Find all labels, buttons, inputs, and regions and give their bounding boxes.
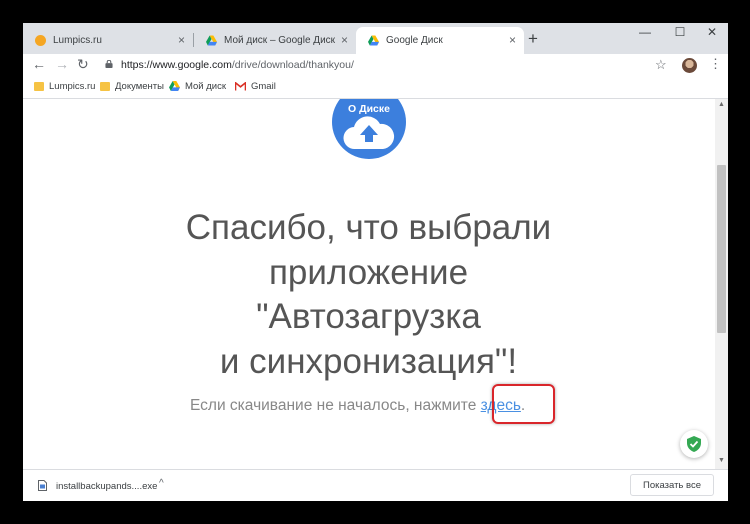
- scroll-down-arrow-icon[interactable]: ▼: [718, 457, 725, 464]
- tab-close-icon[interactable]: ×: [509, 33, 516, 47]
- profile-avatar[interactable]: [682, 58, 697, 73]
- badge-label: О Диске: [348, 103, 390, 115]
- browser-window: Lumpics.ru × Мой диск – Google Диск × Go…: [23, 23, 728, 501]
- tab-title: Lumpics.ru: [53, 35, 102, 46]
- download-hint: Если скачивание не началось, нажмите зде…: [190, 397, 525, 415]
- address-bar[interactable]: https://www.google.com/drive/download/th…: [101, 55, 676, 77]
- link-highlight-box: [492, 384, 555, 424]
- maximize-button[interactable]: ☐: [663, 25, 697, 39]
- google-drive-favicon-icon: [368, 35, 379, 46]
- google-drive-favicon-icon: [206, 35, 217, 46]
- window-close-button[interactable]: ✕: [695, 25, 728, 39]
- download-options-chevron-icon[interactable]: ^: [159, 478, 164, 489]
- google-drive-icon: [169, 81, 180, 92]
- cloud-upload-icon: [343, 116, 395, 150]
- browser-toolbar: ← → ↻ https://www.google.com/drive/downl…: [23, 54, 728, 78]
- minimize-button[interactable]: —: [628, 25, 662, 39]
- headline-line: приложение: [268, 252, 469, 292]
- bookmark-star-icon[interactable]: ☆: [655, 57, 667, 73]
- bookmark-documents[interactable]: Документы: [100, 81, 164, 92]
- lumpics-favicon-icon: [35, 35, 46, 46]
- page-scrollbar[interactable]: ▲ ▼: [715, 99, 728, 469]
- hint-text: Если скачивание не началось, нажмите: [190, 397, 481, 414]
- bookmark-gmail[interactable]: Gmail: [235, 81, 276, 92]
- tab-google-drive[interactable]: Google Диск ×: [356, 27, 524, 54]
- url-text[interactable]: https://www.google.com/drive/download/th…: [121, 59, 354, 71]
- headline-line: "Автозагрузка: [256, 297, 481, 336]
- gmail-icon: [235, 81, 246, 91]
- back-button[interactable]: ←: [32, 56, 46, 72]
- bookmark-label: Lumpics.ru: [49, 81, 96, 92]
- page-content: О Диске Спасибо, что выбрали приложение …: [23, 99, 715, 469]
- url-host: https://www.google.com: [121, 59, 232, 71]
- headline-line: Спасибо, что выбрали: [185, 208, 552, 247]
- folder-icon: [100, 81, 110, 91]
- scroll-up-arrow-icon[interactable]: ▲: [718, 101, 725, 108]
- bookmark-label: Документы: [115, 81, 164, 92]
- tab-title: Мой диск – Google Диск: [224, 35, 336, 46]
- bookmark-my-drive[interactable]: Мой диск: [169, 81, 226, 92]
- reload-button[interactable]: ↻: [77, 56, 89, 73]
- tab-lumpics[interactable]: Lumpics.ru ×: [23, 27, 193, 54]
- tab-title: Google Диск: [386, 35, 443, 46]
- bookmark-label: Gmail: [251, 81, 276, 92]
- menu-icon[interactable]: ⋮: [709, 56, 722, 72]
- bookmark-label: Мой диск: [185, 81, 227, 92]
- download-filename[interactable]: installbackupands....exe: [56, 481, 157, 492]
- bookmark-lumpics[interactable]: Lumpics.ru: [34, 81, 95, 92]
- page-headline: Спасибо, что выбрали приложение "Автозаг…: [103, 206, 634, 384]
- shield-check-icon: [687, 436, 701, 452]
- url-path: /drive/download/thankyou/: [231, 59, 354, 71]
- headline-line: и синхронизация"!: [219, 341, 518, 381]
- file-icon: [38, 480, 47, 491]
- security-extension-badge[interactable]: [680, 430, 708, 458]
- scrollbar-thumb[interactable]: [717, 165, 726, 333]
- lock-icon: [105, 60, 113, 68]
- show-all-button[interactable]: Показать все: [630, 474, 714, 496]
- download-bar: installbackupands....exe ^ Показать все …: [23, 469, 728, 501]
- tab-close-icon[interactable]: ×: [178, 33, 185, 47]
- new-tab-button[interactable]: +: [528, 29, 538, 49]
- folder-icon: [34, 81, 44, 91]
- tab-close-icon[interactable]: ×: [341, 33, 348, 47]
- tab-strip: Lumpics.ru × Мой диск – Google Диск × Go…: [23, 23, 728, 54]
- bookmarks-bar: Lumpics.ru Документы Мой диск Gmail: [23, 78, 728, 99]
- tab-my-drive[interactable]: Мой диск – Google Диск ×: [194, 27, 356, 54]
- forward-button[interactable]: →: [55, 56, 69, 72]
- drive-badge[interactable]: О Диске: [332, 99, 406, 159]
